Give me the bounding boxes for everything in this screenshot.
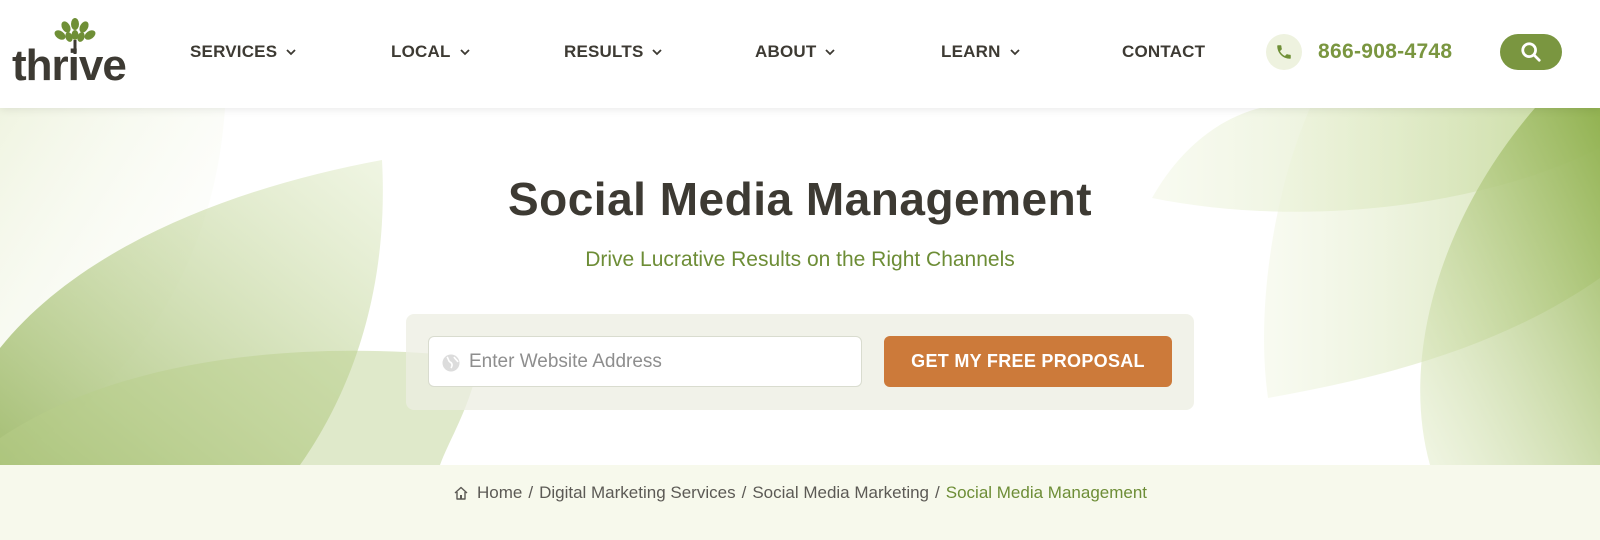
nav-item-label: CONTACT	[1122, 42, 1206, 61]
nav-item-about[interactable]: ABOUT	[755, 40, 836, 64]
search-icon	[1521, 42, 1541, 62]
breadcrumb: Home / Digital Marketing Services / Soci…	[0, 483, 1600, 503]
phone-link[interactable]: 866-908-4748	[1266, 34, 1452, 70]
page-subtitle: Drive Lucrative Results on the Right Cha…	[585, 248, 1015, 271]
breadcrumb-current: Social Media Management	[945, 483, 1148, 502]
search-button[interactable]	[1500, 34, 1562, 70]
chevron-down-icon	[459, 49, 470, 56]
get-free-proposal-button[interactable]: GET MY FREE PROPOSAL	[884, 336, 1172, 387]
nav-item-label: RESULTS	[564, 42, 644, 61]
breadcrumb-separator: /	[935, 483, 940, 502]
nav-item-label: LOCAL	[391, 42, 451, 61]
nav-item-services[interactable]: SERVICES	[190, 40, 297, 64]
nav-item-results[interactable]: RESULTS	[564, 40, 663, 64]
nav-item-label: SERVICES	[190, 42, 278, 61]
site-header: thrive SERVICES LOCAL RESULTS ABOUT LEAR…	[0, 0, 1600, 108]
hero-leaf-background	[0, 108, 1600, 465]
home-icon[interactable]	[453, 485, 469, 501]
breadcrumb-link-social-media-marketing[interactable]: Social Media Marketing	[752, 483, 929, 503]
breadcrumb-bar: Home / Digital Marketing Services / Soci…	[0, 465, 1600, 540]
phone-number: 866-908-4748	[1318, 40, 1453, 63]
proposal-form: GET MY FREE PROPOSAL	[406, 314, 1194, 410]
breadcrumb-link-digital-marketing-services[interactable]: Digital Marketing Services	[539, 483, 736, 503]
hero-section: Social Media Management Drive Lucrative …	[0, 108, 1600, 465]
breadcrumb-link-home[interactable]: Home	[477, 483, 522, 503]
chevron-down-icon	[652, 49, 663, 56]
nav-item-local[interactable]: LOCAL	[391, 40, 471, 64]
nav-item-label: ABOUT	[755, 42, 817, 61]
breadcrumb-separator: /	[528, 483, 534, 502]
nav-item-label: LEARN	[941, 42, 1001, 61]
nav-item-contact[interactable]: CONTACT	[1122, 40, 1205, 64]
chevron-down-icon	[286, 49, 296, 56]
chevron-down-icon	[825, 49, 836, 56]
breadcrumb-separator: /	[741, 483, 747, 502]
phone-icon	[1266, 34, 1302, 70]
globe-icon	[442, 354, 460, 372]
website-input-wrapper	[428, 336, 862, 387]
page-title: Social Media Management	[507, 173, 1093, 225]
website-address-input[interactable]	[469, 337, 849, 386]
chevron-down-icon	[1009, 49, 1020, 56]
nav-item-learn[interactable]: LEARN	[941, 40, 1021, 64]
